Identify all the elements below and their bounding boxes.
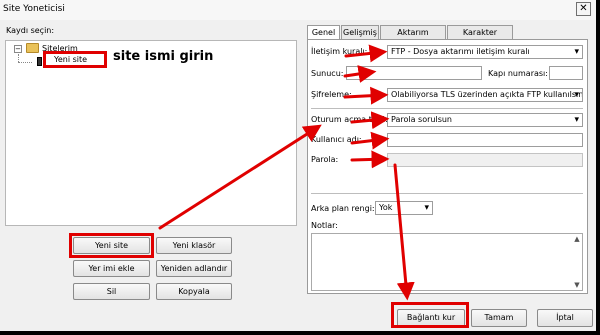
protocol-select[interactable]: FTP - Dosya aktarımı iletişim kuralı <box>387 45 583 59</box>
annotation-box-connect <box>391 302 469 328</box>
cancel-button[interactable]: İptal <box>537 309 593 327</box>
tab-transfer-settings[interactable]: Aktarım Ayarları <box>380 25 446 50</box>
site-icon <box>37 57 42 66</box>
logon-type-select[interactable]: Parola sorulsun <box>387 113 583 127</box>
tab-advanced[interactable]: Gelişmiş <box>341 25 379 40</box>
bg-color-label: Arka plan rengi: <box>311 204 375 213</box>
port-label: Kapı numarası: <box>488 69 548 78</box>
bg-color-select[interactable]: Yok <box>375 201 433 215</box>
annotation-box-new-site <box>69 233 154 258</box>
rename-button[interactable]: Yeniden adlandır <box>156 260 232 277</box>
folder-icon <box>26 43 39 53</box>
delete-button[interactable]: Sil <box>73 283 150 300</box>
title-bar: Site Yoneticisi ✕ <box>0 0 596 20</box>
site-manager-window: Site Yoneticisi ✕ Kaydı seçin: − Siteler… <box>0 0 600 335</box>
protocol-value: FTP - Dosya aktarımı iletişim kuralı <box>391 47 530 56</box>
annotation-text: site ismi girin <box>113 49 214 64</box>
host-label: Sunucu: <box>311 69 344 78</box>
tree-label: Kaydı seçin: <box>6 26 55 35</box>
notes-textarea[interactable]: ▲ ▼ <box>311 233 583 291</box>
separator <box>311 193 583 194</box>
tree-connector <box>18 54 19 62</box>
annotation-box-tree-item <box>43 51 107 68</box>
tab-charset[interactable]: Karakter kümesi <box>447 25 513 50</box>
username-input[interactable] <box>387 133 583 147</box>
username-label: Kullanıcı adı: <box>311 135 362 144</box>
host-input[interactable] <box>346 66 482 80</box>
encryption-value: Olabiliyorsa TLS üzerinden açıkta FTP ku… <box>391 90 583 99</box>
scroll-down-icon[interactable]: ▼ <box>573 281 581 289</box>
tree-connector <box>18 62 32 63</box>
encryption-select[interactable]: Olabiliyorsa TLS üzerinden açıkta FTP ku… <box>387 88 583 102</box>
ok-button[interactable]: Tamam <box>471 309 527 327</box>
tree-collapse-icon[interactable]: − <box>14 45 22 53</box>
close-icon[interactable]: ✕ <box>576 2 591 16</box>
new-bookmark-button[interactable]: Yer imi ekle <box>73 260 150 277</box>
password-label: Parola: <box>311 155 339 164</box>
scroll-up-icon[interactable]: ▲ <box>573 235 581 243</box>
port-input[interactable] <box>549 66 583 80</box>
protocol-label: İletişim kuralı: <box>311 47 368 56</box>
bg-color-value: Yok <box>379 203 393 212</box>
copy-button[interactable]: Kopyala <box>156 283 232 300</box>
logon-type-label: Oturum açma türü: <box>311 115 388 124</box>
logon-type-value: Parola sorulsun <box>391 115 452 124</box>
window-title: Site Yoneticisi <box>3 4 65 14</box>
encryption-label: Şifreleme: <box>311 90 352 99</box>
notes-label: Notlar: <box>311 221 338 230</box>
password-input[interactable] <box>387 153 583 167</box>
new-folder-button[interactable]: Yeni klasör <box>156 237 232 254</box>
separator <box>311 108 583 109</box>
